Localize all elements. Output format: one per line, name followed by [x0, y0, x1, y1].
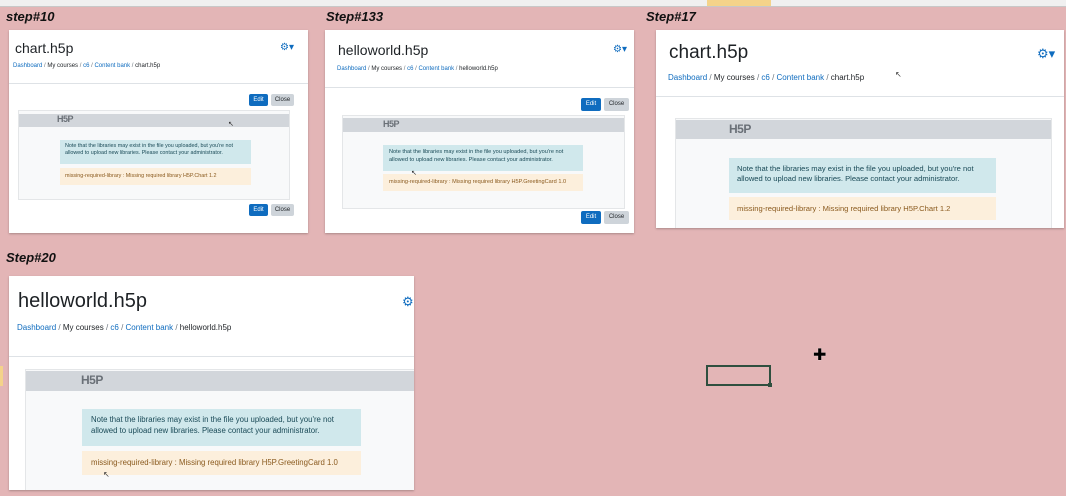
pointer-icon: ↖ — [228, 121, 234, 128]
h5p-logo: H5P — [57, 114, 74, 124]
step-label: Step#133 — [326, 9, 384, 24]
spreadsheet-column-header — [0, 0, 1066, 7]
breadcrumb-my-courses[interactable]: My courses — [371, 66, 402, 72]
divider — [9, 83, 308, 84]
gear-icon[interactable]: ⚙▾ — [280, 42, 294, 53]
h5p-content-area: H5P Note that the libraries may exist in… — [25, 369, 414, 490]
breadcrumb-course[interactable]: c6 — [761, 73, 769, 82]
breadcrumb-my-courses[interactable]: My courses — [63, 323, 104, 332]
info-alert: Note that the libraries may exist in the… — [383, 145, 583, 171]
breadcrumb-content-bank[interactable]: Content bank — [777, 73, 825, 82]
step-label: Step#17 — [646, 9, 696, 24]
divider — [656, 96, 1064, 97]
h5p-content-area: H5P Note that the libraries may exist in… — [342, 115, 625, 209]
breadcrumb-my-courses[interactable]: My courses — [714, 73, 755, 82]
pointer-icon: ↖ — [411, 170, 417, 177]
step-label: Step#20 — [6, 250, 56, 265]
close-button[interactable]: Close — [604, 98, 629, 111]
pointer-icon: ↖ — [895, 70, 902, 79]
page-title: helloworld.h5p — [18, 290, 147, 312]
breadcrumb: Dashboard / My courses / c6 / Content ba… — [668, 73, 865, 82]
breadcrumb-content-bank[interactable]: Content bank — [126, 323, 174, 332]
fill-handle[interactable] — [768, 383, 772, 387]
warning-alert: missing-required-library : Missing requi… — [82, 451, 361, 475]
breadcrumb-my-courses[interactable]: My courses — [47, 63, 78, 69]
screenshot-panel-step133: helloworld.h5p ⚙▾ Dashboard / My courses… — [325, 30, 634, 233]
page-title: chart.h5p — [669, 42, 749, 63]
screenshot-panel-step10: chart.h5p ⚙▾ Dashboard / My courses / c6… — [9, 30, 308, 233]
page-title: helloworld.h5p — [338, 42, 429, 58]
selected-cell[interactable] — [706, 365, 772, 387]
selected-column-indicator — [707, 0, 771, 6]
h5p-logo: H5P — [383, 119, 400, 129]
gear-icon[interactable]: ⚙▾ — [1037, 46, 1055, 62]
edit-button[interactable]: Edit — [249, 94, 268, 106]
warning-alert: missing-required-library : Missing requi… — [60, 168, 251, 185]
breadcrumb-current: helloworld.h5p — [459, 66, 498, 72]
h5p-logo: H5P — [81, 373, 103, 387]
close-button[interactable]: Close — [271, 94, 294, 106]
close-button-bottom[interactable]: Close — [604, 211, 629, 224]
h5p-content-area: H5P Note that the libraries may exist in… — [675, 118, 1052, 228]
breadcrumb: Dashboard / My courses / c6 / Content ba… — [17, 323, 232, 332]
divider — [9, 356, 414, 357]
breadcrumb-dashboard[interactable]: Dashboard — [13, 63, 42, 69]
breadcrumb: Dashboard / My courses / c6 / Content ba… — [337, 66, 498, 72]
info-alert: Note that the libraries may exist in the… — [82, 409, 361, 446]
page-title: chart.h5p — [15, 40, 74, 56]
h5p-content-area: H5P ↖ Note that the libraries may exist … — [18, 110, 290, 200]
breadcrumb-current: chart.h5p — [135, 63, 161, 69]
pointer-icon: ↖ — [103, 470, 110, 479]
breadcrumb-content-bank[interactable]: Content bank — [418, 66, 454, 72]
edit-button[interactable]: Edit — [581, 98, 601, 111]
edit-button-bottom[interactable]: Edit — [249, 204, 268, 216]
breadcrumb-course[interactable]: c6 — [110, 323, 118, 332]
gear-icon[interactable]: ⚙▾ — [613, 44, 627, 55]
close-button-bottom[interactable]: Close — [271, 204, 294, 216]
selected-row-indicator — [0, 366, 3, 386]
breadcrumb-content-bank[interactable]: Content bank — [94, 63, 130, 69]
breadcrumb-dashboard[interactable]: Dashboard — [337, 66, 366, 72]
info-alert: Note that the libraries may exist in the… — [60, 140, 251, 164]
step-label: step#10 — [6, 9, 55, 24]
h5p-logo: H5P — [729, 122, 751, 136]
divider — [325, 87, 634, 88]
screenshot-panel-step20: helloworld.h5p ⚙ Dashboard / My courses … — [9, 276, 414, 490]
warning-alert: missing-required-library : Missing requi… — [729, 197, 996, 220]
screenshot-panel-step17: chart.h5p ⚙▾ Dashboard / My courses / c6… — [656, 30, 1064, 228]
breadcrumb-current: chart.h5p — [830, 73, 865, 82]
breadcrumb-dashboard[interactable]: Dashboard — [17, 323, 56, 332]
breadcrumb-dashboard[interactable]: Dashboard — [668, 73, 707, 82]
gear-icon[interactable]: ⚙ — [402, 294, 414, 310]
info-alert: Note that the libraries may exist in the… — [729, 158, 996, 193]
breadcrumb: Dashboard / My courses / c6 / Content ba… — [13, 63, 161, 69]
plus-cursor-icon: ✚ — [813, 347, 827, 364]
edit-button-bottom[interactable]: Edit — [581, 211, 601, 224]
breadcrumb-current: helloworld.h5p — [179, 323, 232, 332]
